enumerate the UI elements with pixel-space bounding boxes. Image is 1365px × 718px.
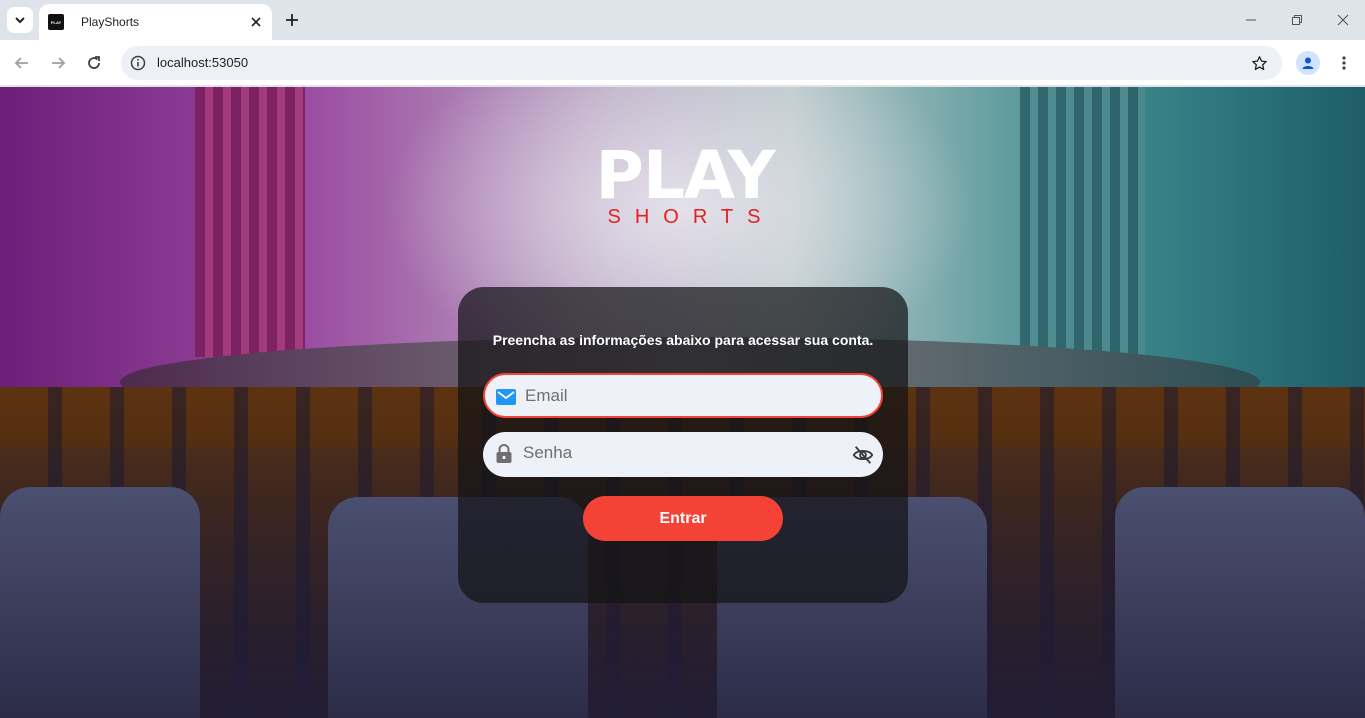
address-bar[interactable]: localhost:53050: [121, 46, 1282, 80]
restore-icon: [1292, 15, 1302, 25]
close-window-button[interactable]: [1329, 8, 1357, 32]
password-input[interactable]: [523, 432, 843, 473]
close-tab-button[interactable]: [248, 14, 264, 30]
eye-off-icon: [852, 446, 874, 464]
minimize-button[interactable]: [1237, 8, 1265, 32]
profile-button[interactable]: [1296, 51, 1320, 75]
plus-icon: [286, 14, 298, 26]
browser-tab[interactable]: PLAY PlayShorts: [39, 4, 272, 40]
page-background: PLAY SHORTS Preencha as informações abai…: [0, 87, 1365, 718]
favicon: PLAY: [48, 14, 64, 30]
playshorts-logo: PLAY SHORTS: [580, 137, 790, 228]
minimize-icon: [1246, 19, 1256, 21]
url-text: localhost:53050: [157, 55, 249, 70]
back-button[interactable]: [10, 51, 34, 75]
bookmark-button[interactable]: [1250, 54, 1268, 72]
person-icon: [1302, 57, 1314, 69]
tab-title: PlayShorts: [81, 15, 140, 29]
tab-search-button[interactable]: [7, 7, 33, 33]
star-icon: [1251, 55, 1267, 70]
browser-toolbar: localhost:53050: [0, 40, 1365, 86]
login-card: Preencha as informações abaixo para aces…: [458, 287, 908, 603]
email-input[interactable]: [525, 375, 845, 416]
background-curtain-left: [195, 87, 305, 357]
new-tab-button[interactable]: [280, 8, 304, 32]
forward-button[interactable]: [46, 51, 70, 75]
info-icon: [130, 55, 146, 71]
login-button[interactable]: Entrar: [583, 496, 783, 541]
lock-icon: [493, 443, 515, 465]
password-field[interactable]: [483, 432, 883, 477]
more-vertical-icon: [1342, 56, 1346, 70]
email-field[interactable]: [483, 373, 883, 418]
login-instructions: Preencha as informações abaixo para aces…: [492, 332, 874, 348]
reload-button[interactable]: [82, 51, 106, 75]
background-seat: [1114, 487, 1365, 718]
arrow-left-icon: [14, 57, 28, 69]
site-info-button[interactable]: [129, 54, 147, 72]
restore-button[interactable]: [1283, 8, 1311, 32]
browser-menu-button[interactable]: [1332, 51, 1356, 75]
logo-shorts-text: SHORTS: [607, 206, 775, 228]
logo-play-text: PLAY: [595, 137, 776, 214]
background-curtain-right: [1020, 87, 1145, 357]
tab-strip: PLAY PlayShorts: [0, 0, 1365, 40]
toggle-password-visibility-button[interactable]: [851, 443, 875, 467]
arrow-right-icon: [52, 57, 66, 69]
close-icon: [251, 17, 261, 27]
background-seat: [0, 487, 200, 718]
reload-icon: [88, 56, 100, 69]
mail-icon: [495, 386, 517, 408]
chevron-down-icon: [15, 17, 25, 24]
close-icon: [1337, 14, 1349, 26]
